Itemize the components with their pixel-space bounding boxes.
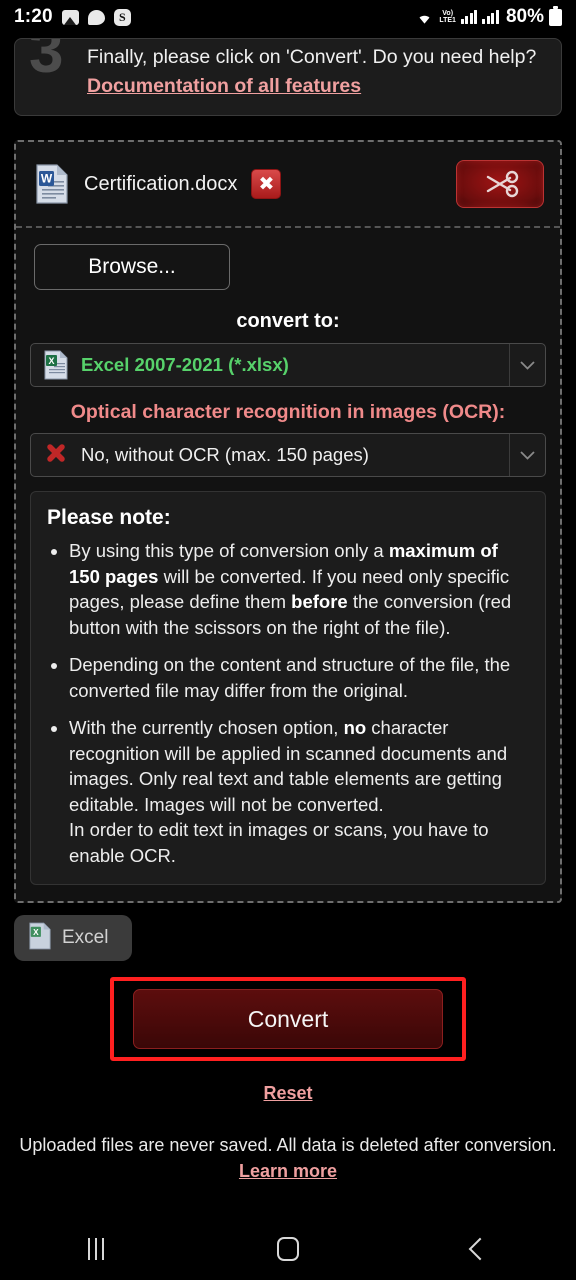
convert-to-select-wrap: X Excel 2007-2021 (*.xlsx) bbox=[16, 343, 560, 387]
android-nav-bar bbox=[0, 1218, 576, 1280]
file-name: Certification.docx bbox=[84, 172, 238, 195]
signal-bars-2-icon bbox=[482, 10, 499, 24]
browse-button[interactable]: Browse... bbox=[34, 244, 230, 290]
status-bar-left: 1:20 S bbox=[14, 6, 131, 28]
step-text: Finally, please click on 'Convert'. Do y… bbox=[87, 43, 547, 101]
battery-icon bbox=[549, 5, 562, 26]
browse-row: Browse... bbox=[16, 228, 560, 302]
status-time: 1:20 bbox=[14, 6, 53, 27]
chevron-down-icon[interactable] bbox=[509, 344, 545, 386]
please-note-title: Please note: bbox=[47, 506, 171, 529]
convert-to-select-body[interactable]: X Excel 2007-2021 (*.xlsx) bbox=[31, 344, 509, 386]
convert-to-label: convert to: bbox=[236, 310, 340, 332]
step-instruction: Finally, please click on 'Convert'. Do y… bbox=[87, 46, 537, 68]
network-type-label: LTE1 bbox=[439, 17, 456, 24]
battery-percent: 80% bbox=[505, 6, 544, 27]
step-number: 3 bbox=[29, 38, 64, 86]
convert-highlight-box: Convert bbox=[110, 977, 466, 1061]
please-note-box: Please note: By using this type of conve… bbox=[30, 491, 546, 885]
red-x-icon bbox=[43, 441, 69, 470]
please-note-item: With the currently chosen option, no cha… bbox=[69, 715, 529, 868]
wifi-icon bbox=[415, 10, 434, 25]
documentation-link[interactable]: Documentation of all features bbox=[87, 75, 361, 97]
photos-icon bbox=[61, 9, 79, 25]
ocr-label: Optical character recognition in images … bbox=[70, 401, 506, 423]
please-note-list: By using this type of conversion only a … bbox=[69, 538, 529, 868]
please-note-item: Depending on the content and structure o… bbox=[69, 652, 529, 703]
ocr-select-wrap: No, without OCR (max. 150 pages) bbox=[16, 433, 560, 477]
back-icon bbox=[468, 1237, 492, 1261]
conversion-panel: W Certification.docx ✖ Browse... convert… bbox=[14, 140, 562, 903]
step-three-box: 3 Finally, please click on 'Convert'. Do… bbox=[14, 38, 562, 116]
convert-to-selected-value: Excel 2007-2021 (*.xlsx) bbox=[81, 354, 289, 375]
word-document-icon: W bbox=[34, 163, 70, 205]
ocr-selected-value: No, without OCR (max. 150 pages) bbox=[81, 444, 369, 465]
recents-icon bbox=[88, 1238, 104, 1260]
privacy-text: Uploaded files are never saved. All data… bbox=[19, 1135, 557, 1155]
file-row: W Certification.docx ✖ bbox=[16, 142, 560, 228]
reset-row: Reset bbox=[0, 1083, 576, 1104]
learn-more-link[interactable]: Learn more bbox=[0, 1158, 576, 1184]
excel-file-icon: X bbox=[28, 922, 52, 955]
excel-file-icon: X bbox=[43, 350, 69, 380]
volte-indicator: Vo) LTE1 bbox=[439, 10, 456, 24]
svg-text:X: X bbox=[33, 927, 39, 937]
volte-label: Vo) bbox=[442, 10, 454, 17]
scissors-button[interactable] bbox=[456, 160, 544, 208]
skype-icon: S bbox=[113, 8, 131, 26]
ocr-select-body[interactable]: No, without OCR (max. 150 pages) bbox=[31, 434, 509, 476]
home-icon bbox=[277, 1237, 299, 1261]
svg-text:X: X bbox=[48, 356, 54, 366]
svg-text:W: W bbox=[41, 172, 53, 186]
reset-link[interactable]: Reset bbox=[263, 1083, 312, 1103]
chevron-down-icon[interactable] bbox=[509, 434, 545, 476]
home-button[interactable] bbox=[192, 1237, 384, 1261]
excel-output-tab[interactable]: X Excel bbox=[14, 915, 132, 961]
status-bar: 1:20 S Vo) LTE1 80% bbox=[0, 0, 576, 34]
ocr-select[interactable]: No, without OCR (max. 150 pages) bbox=[30, 433, 546, 477]
chat-icon bbox=[87, 9, 105, 25]
please-note-item: By using this type of conversion only a … bbox=[69, 538, 529, 640]
remove-file-button[interactable]: ✖ bbox=[251, 169, 282, 199]
excel-output-tab-label: Excel bbox=[62, 927, 109, 948]
convert-button[interactable]: Convert bbox=[133, 989, 443, 1049]
back-button[interactable] bbox=[384, 1237, 576, 1261]
privacy-footer: Uploaded files are never saved. All data… bbox=[0, 1132, 576, 1184]
signal-bars-1-icon bbox=[460, 10, 478, 24]
recents-button[interactable] bbox=[0, 1238, 192, 1260]
convert-to-select[interactable]: X Excel 2007-2021 (*.xlsx) bbox=[30, 343, 546, 387]
status-bar-right: Vo) LTE1 80% bbox=[415, 5, 562, 28]
